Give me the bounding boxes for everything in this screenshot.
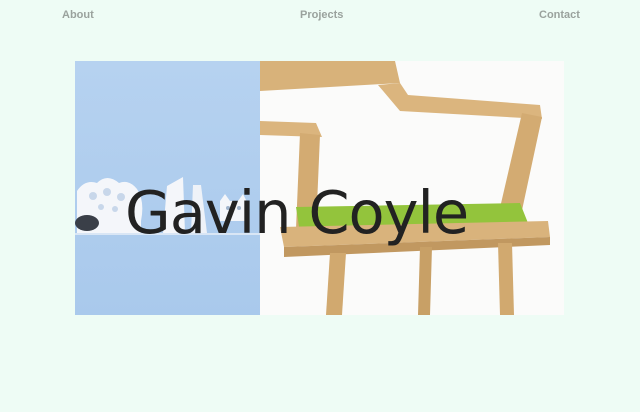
hero-title: Gavin Coyle — [125, 178, 469, 247]
nav-link-about[interactable]: About — [62, 9, 94, 21]
nav-link-projects[interactable]: Projects — [300, 9, 343, 21]
nav-link-contact[interactable]: Contact — [539, 9, 580, 21]
